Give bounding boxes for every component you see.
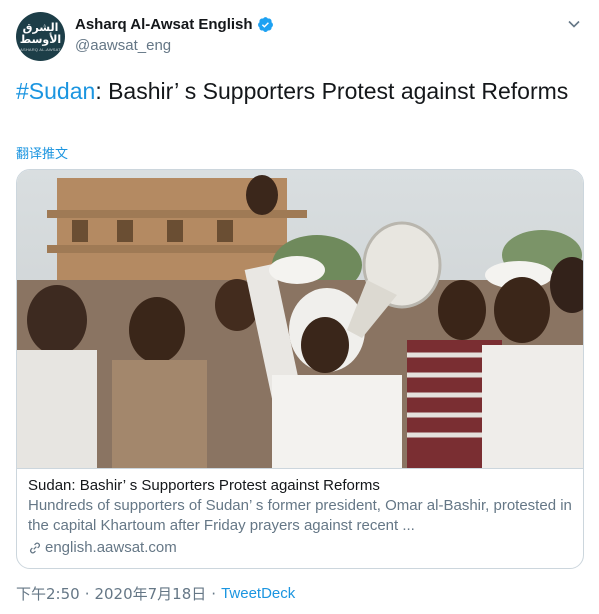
handle[interactable]: @aawsat_eng (75, 37, 274, 54)
link-preview-card[interactable]: Sudan: Bashir’ s Supporters Protest agai… (16, 169, 584, 569)
translate-tweet-link[interactable]: 翻译推文 (16, 143, 68, 162)
author-name-row[interactable]: Asharq Al-Awsat English (75, 16, 274, 33)
avatar-logo-line2: الأوسط (19, 32, 62, 46)
hashtag-link[interactable]: #Sudan (16, 78, 95, 104)
avatar-logo-line3: ASHARQ AL-AWSAT (20, 46, 61, 52)
chevron-down-icon[interactable] (566, 16, 582, 32)
avatar-logo-line1: الشرق (22, 20, 59, 34)
tweet-meta: 下午2:50 · 2020年7月18日 · TweetDeck (16, 583, 295, 604)
link-icon (30, 542, 40, 554)
card-description: Hundreds of supporters of Sudan’ s forme… (28, 497, 572, 534)
card-body[interactable]: Sudan: Bashir’ s Supporters Protest agai… (28, 476, 573, 558)
author-info: Asharq Al-Awsat English @aawsat_eng (75, 16, 274, 54)
tweet-text: #Sudan: Bashir’ s Supporters Protest aga… (16, 76, 576, 107)
tweet-header: الشرق الأوسط ASHARQ AL-AWSAT Asharq Al-A… (16, 12, 586, 64)
card-domain-row: english.aawsat.com (28, 538, 573, 558)
tweet-date[interactable]: 2020年7月18日 (94, 583, 206, 604)
tweet-source-link[interactable]: TweetDeck (221, 585, 295, 602)
meta-separator: · (211, 584, 217, 603)
card-image[interactable] (17, 170, 583, 469)
card-title: Sudan: Bashir’ s Supporters Protest agai… (28, 477, 380, 494)
verified-badge-icon (257, 17, 273, 32)
display-name[interactable]: Asharq Al-Awsat English (75, 16, 253, 33)
tweet-text-body: : Bashir’ s Supporters Protest against R… (95, 78, 569, 104)
tweet-time[interactable]: 下午2:50 (16, 583, 80, 604)
card-domain: english.aawsat.com (45, 539, 177, 556)
avatar[interactable]: الشرق الأوسط ASHARQ AL-AWSAT (16, 12, 65, 61)
meta-separator: · (84, 584, 90, 603)
